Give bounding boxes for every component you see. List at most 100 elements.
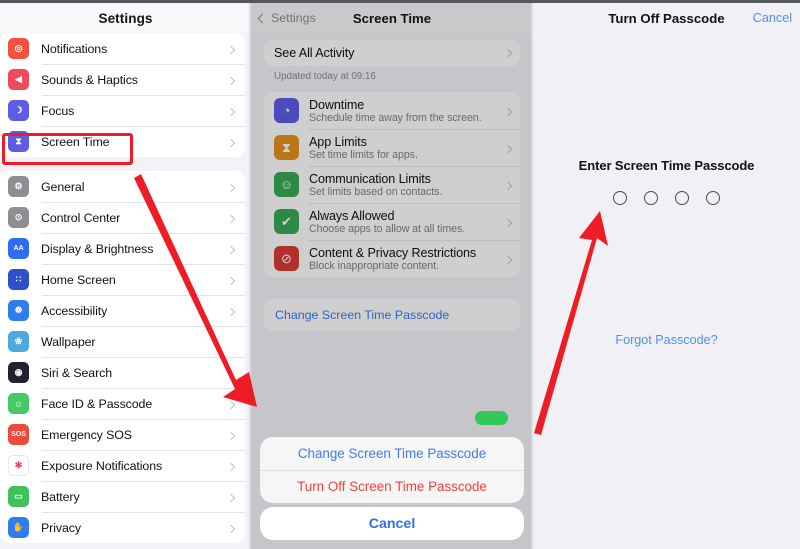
chevron-right-icon: [503, 139, 513, 157]
cancel-button[interactable]: Cancel: [753, 11, 792, 25]
feature-text: Content & Privacy Restrictions Block inap…: [309, 246, 499, 272]
face-id-icon: ☺: [8, 393, 29, 414]
sidebar-item-wallpaper[interactable]: ❀ Wallpaper: [0, 326, 245, 357]
sidebar-item-privacy[interactable]: ✋ Privacy: [0, 512, 245, 543]
sidebar-item-label: Notifications: [41, 41, 108, 56]
sidebar-item-label: Sounds & Haptics: [41, 72, 138, 87]
passcode-prompt: Enter Screen Time Passcode: [578, 158, 755, 173]
updated-note: Updated today at 09:16: [274, 71, 376, 82]
chevron-right-icon: [503, 102, 513, 120]
chevron-right-icon: [226, 522, 236, 534]
feature-title: Communication Limits: [309, 171, 431, 186]
siri-icon: ◉: [8, 362, 29, 383]
sidebar-item-label: Home Screen: [41, 272, 116, 287]
chevron-right-icon: [226, 460, 236, 472]
feature-row-always-allowed[interactable]: ✔ Always Allowed Choose apps to allow at a…: [264, 203, 520, 240]
feature-subtitle: Schedule time away from the screen.: [309, 111, 482, 124]
sidebar-item-battery[interactable]: ▭ Battery: [0, 481, 245, 512]
check-badge-icon: ✔: [274, 209, 299, 234]
toggle-switch-partial[interactable]: [475, 411, 508, 425]
sidebar-item-control-center[interactable]: ⊙ Control Center: [0, 202, 245, 233]
see-all-activity-row[interactable]: See All Activity: [264, 40, 520, 66]
turn-off-passcode-header: Turn Off Passcode Cancel: [533, 3, 800, 33]
chevron-right-icon: [503, 48, 513, 58]
sidebar-item-label: Emergency SOS: [41, 427, 132, 442]
back-label: Settings: [271, 11, 316, 25]
home-screen-icon: ∷: [8, 269, 29, 290]
sidebar-item-label: Face ID & Passcode: [41, 396, 153, 411]
chevron-right-icon: [226, 243, 236, 255]
battery-icon: ▭: [8, 486, 29, 507]
sidebar-groups: ◎ Notifications ◀ Sounds & Haptics ☽ Focus ⧗ Sc…: [0, 33, 251, 543]
chevron-right-icon: [226, 212, 236, 224]
screen-time-header: Settings Screen Time: [251, 3, 533, 33]
exposure-icon: ✻: [8, 455, 29, 476]
feature-subtitle: Set time limits for apps.: [309, 148, 418, 161]
passcode-dot[interactable]: [675, 191, 689, 205]
sidebar-item-siri-search[interactable]: ◉ Siri & Search: [0, 357, 245, 388]
sidebar-item-screen-time[interactable]: ⧗ Screen Time: [0, 126, 245, 157]
chevron-right-icon: [226, 105, 236, 117]
sidebar-item-label: Accessibility: [41, 303, 108, 318]
sidebar-title: Settings: [0, 3, 251, 33]
passcode-dot[interactable]: [644, 191, 658, 205]
feature-title: App Limits: [309, 134, 367, 149]
feature-row-app-limits[interactable]: ⧗ App Limits Set time limits for apps.: [264, 129, 520, 166]
wallpaper-icon: ❀: [8, 331, 29, 352]
sidebar-item-notifications[interactable]: ◎ Notifications: [0, 33, 245, 64]
bell-icon: ◎: [8, 38, 29, 59]
sidebar-item-label: Siri & Search: [41, 365, 113, 380]
forgot-passcode-link[interactable]: Forgot Passcode?: [533, 333, 800, 347]
feature-title: Downtime: [309, 97, 365, 112]
hand-icon: ✋: [8, 517, 29, 538]
action-sheet-item-change-screen-time-passcode[interactable]: Change Screen Time Passcode: [260, 437, 524, 470]
action-sheet-cancel-button[interactable]: Cancel: [260, 507, 524, 540]
passcode-dots[interactable]: [533, 191, 800, 205]
action-sheet-item-turn-off-screen-time-passcode[interactable]: Turn Off Screen Time Passcode: [260, 470, 524, 503]
passcode-dot[interactable]: [613, 191, 627, 205]
chevron-right-icon: [226, 491, 236, 503]
sidebar-item-accessibility[interactable]: ☸ Accessibility: [0, 295, 245, 326]
chevron-right-icon: [503, 176, 513, 194]
chevron-right-icon: [226, 181, 236, 193]
sidebar-item-emergency-sos[interactable]: SOS Emergency SOS: [0, 419, 245, 450]
text-size-icon: AA: [8, 238, 29, 259]
chevron-right-icon: [226, 74, 236, 86]
chevron-right-icon: [503, 213, 513, 231]
sidebar-item-home-screen[interactable]: ∷ Home Screen: [0, 264, 245, 295]
passcode-dot[interactable]: [706, 191, 720, 205]
sidebar-item-label: Display & Brightness: [41, 241, 154, 256]
sidebar-item-general[interactable]: ⚙ General: [0, 171, 245, 202]
action-sheet-options: Change Screen Time Passcode Turn Off Scre…: [260, 437, 524, 503]
sidebar-item-label: Battery: [41, 489, 80, 504]
chevron-left-icon: [257, 13, 268, 23]
screenshot-root: Settings ◎ Notifications ◀ Sounds & Haptics…: [0, 0, 800, 549]
feature-text: Always Allowed Choose apps to allow at al…: [309, 209, 499, 235]
sidebar-item-sounds-haptics[interactable]: ◀ Sounds & Haptics: [0, 64, 245, 95]
chevron-right-icon: [226, 429, 236, 441]
back-button[interactable]: Settings: [257, 11, 316, 25]
sidebar-item-display-brightness[interactable]: AA Display & Brightness: [0, 233, 245, 264]
feature-subtitle: Choose apps to allow at all times.: [309, 222, 466, 235]
feature-row-downtime[interactable]: ◔ Downtime Schedule time away from the scr…: [264, 92, 520, 129]
sidebar-item-face-id-passcode[interactable]: ☺ Face ID & Passcode: [0, 388, 245, 419]
change-passcode-link[interactable]: Change Screen Time Passcode: [264, 299, 520, 331]
see-all-activity-label: See All Activity: [274, 46, 355, 60]
sidebar-group: ◎ Notifications ◀ Sounds & Haptics ☽ Focus ⧗ Sc…: [0, 33, 245, 157]
turn-off-passcode-panel: Turn Off Passcode Cancel Enter Screen Ti…: [533, 3, 800, 549]
screen-time-panel: Settings Screen Time See All Activity Up…: [251, 3, 533, 549]
sidebar-group: ⚙ General ⊙ Control Center AA Display & Brigh…: [0, 171, 245, 543]
downtime-clock-icon: ◔: [274, 98, 299, 123]
feature-text: Communication Limits Set limits based on …: [309, 172, 499, 198]
hourglass-icon: ⧗: [8, 131, 29, 152]
activity-card: See All Activity: [264, 40, 520, 66]
feature-row-content-privacy-restrictions[interactable]: ⊘ Content & Privacy Restrictions Block ina…: [264, 240, 520, 277]
sidebar-item-exposure-notifications[interactable]: ✻ Exposure Notifications: [0, 450, 245, 481]
chevron-right-icon: [226, 274, 236, 286]
feature-text: Downtime Schedule time away from the scre…: [309, 98, 499, 124]
feature-row-communication-limits[interactable]: ☺ Communication Limits Set limits based on…: [264, 166, 520, 203]
feature-subtitle: Set limits based on contacts.: [309, 185, 443, 198]
sidebar-item-focus[interactable]: ☽ Focus: [0, 95, 245, 126]
accessibility-icon: ☸: [8, 300, 29, 321]
